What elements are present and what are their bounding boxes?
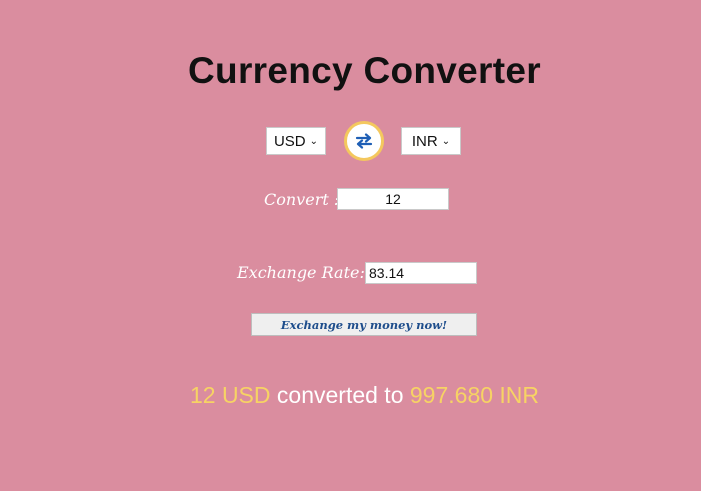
chevron-down-icon: ⌄ <box>441 136 451 147</box>
swap-currencies-button[interactable] <box>344 121 384 161</box>
exchange-button[interactable]: Exchange my money now! <box>251 313 477 336</box>
exchange-rate-input[interactable]: 83.14 <box>365 262 477 284</box>
convert-label: Convert : <box>264 190 340 209</box>
swap-arrows-icon <box>355 133 373 149</box>
exchange-rate-label: Exchange Rate: <box>237 263 365 282</box>
conversion-result: 12 USD converted to 997.680 INR <box>0 382 701 409</box>
exchange-rate-value: 83.14 <box>369 265 405 281</box>
from-currency-select[interactable]: USD ⌄ <box>266 127 326 155</box>
amount-value: 12 <box>385 191 401 207</box>
to-currency-value: INR <box>411 132 438 150</box>
result-from-amount: 12 USD <box>189 382 271 408</box>
amount-input[interactable]: 12 <box>337 188 449 210</box>
result-to-amount: 997.680 INR <box>409 382 540 408</box>
result-middle-text: converted to <box>276 382 404 408</box>
from-currency-value: USD <box>273 132 306 150</box>
page-title: Currency Converter <box>188 50 541 91</box>
to-currency-select[interactable]: INR ⌄ <box>401 127 461 155</box>
chevron-down-icon: ⌄ <box>309 136 319 147</box>
